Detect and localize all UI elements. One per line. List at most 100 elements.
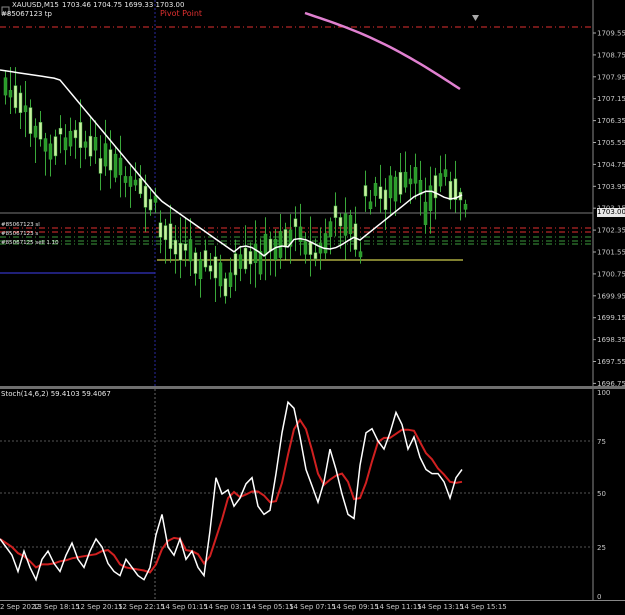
candle-body [333, 205, 338, 218]
candle-body [263, 233, 268, 256]
current-price-tag: 1703.00 [597, 208, 625, 217]
stochastic-chart[interactable]: 1007550250 [0, 389, 625, 602]
candle-body [148, 198, 153, 211]
time-label: 12 Sep 22:15 [118, 603, 165, 611]
price-tick-label: 1704.75 [597, 161, 625, 169]
candle-body [133, 179, 138, 186]
candle-body [73, 129, 78, 139]
stoch-level-label: 25 [597, 544, 606, 552]
chart-scroll-marker-icon[interactable] [471, 8, 480, 21]
candle-body [113, 153, 118, 178]
price-tick-label: 1702.35 [597, 227, 625, 235]
price-tick-label: 1699.15 [597, 314, 625, 322]
indicator-label: Stoch(14,6,2) 59.4103 59.4067 [1, 390, 111, 398]
moving-average-pink [304, 11, 461, 91]
price-tick-label: 1699.95 [597, 292, 625, 300]
time-label: 14 Sep 09:15 [332, 603, 379, 611]
price-tick-label: 1708.75 [597, 51, 625, 59]
candle-body [53, 136, 58, 157]
time-label: 14 Sep 13:15 [417, 603, 464, 611]
candle-body [13, 85, 18, 109]
candle-body [373, 183, 378, 196]
window-menu-icon[interactable] [1, 0, 10, 15]
price-tick-label: 1707.95 [597, 73, 625, 81]
candle-body [313, 252, 318, 260]
order-small-label: #85067125 sell 1.10 [1, 240, 59, 246]
price-chart[interactable]: 1709.55 1708.75 1707.95 1707.15 1706.35 1705.… [0, 0, 625, 388]
candle-body [358, 251, 363, 258]
time-label: 14 Sep 15:15 [460, 603, 507, 611]
stochastic-pane[interactable]: 100 75 50 25 0 Stoch(14,6,2) 59.4103 59.4067 [0, 389, 625, 602]
price-tick-label: 1701.55 [597, 249, 625, 257]
candle-body [343, 213, 348, 236]
time-label: 12 Sep 20:15 [76, 603, 123, 611]
candle-body [403, 171, 408, 188]
candle-body [213, 256, 218, 279]
time-label: 14 Sep 05:15 [247, 603, 294, 611]
candle-body [413, 167, 418, 184]
price-tick-label: 1698.35 [597, 336, 625, 344]
time-label: 14 Sep 01:15 [161, 603, 208, 611]
time-label: 14 Sep 11:15 [375, 603, 422, 611]
pivot-point-label: Pivot Point [160, 9, 203, 18]
candle-body [273, 238, 278, 260]
candle-body [208, 265, 213, 272]
candle-body [228, 272, 233, 287]
candle-body [308, 241, 313, 255]
candle-body [203, 250, 208, 268]
candle-body [103, 143, 108, 167]
candle-body [178, 242, 183, 261]
order-small-label: #85067123 sl [1, 222, 40, 228]
candle-body [253, 243, 258, 263]
time-label: 14 Sep 03:15 [204, 603, 251, 611]
candle-body [378, 186, 383, 199]
candle-body [293, 218, 298, 228]
candle-body [238, 254, 243, 269]
candle-body [433, 175, 438, 199]
stoch-level-label: 100 [597, 389, 610, 397]
candle-body [43, 138, 48, 152]
candle-body [383, 189, 388, 210]
candle-body [58, 127, 63, 135]
main-chart-pane[interactable]: 1709.55 1708.75 1707.95 1707.15 1706.35 1705.… [0, 0, 625, 388]
stoch-level-label: 50 [597, 490, 606, 498]
candle-body [158, 222, 163, 238]
candle-body [68, 130, 73, 147]
candle-body [163, 225, 168, 241]
candle-body [78, 122, 83, 148]
symbol-title: XAUUSD,M15 [12, 1, 59, 9]
candle-body [143, 185, 148, 208]
candle-body [93, 137, 98, 151]
candle-body [223, 278, 228, 297]
candle-body [188, 239, 193, 262]
price-tick-label: 1697.55 [597, 358, 625, 366]
candle-body [363, 185, 368, 197]
candle-body [18, 92, 23, 113]
candle-body [128, 176, 133, 187]
order-small-label: #85067123 s [1, 231, 38, 237]
candle-body [183, 243, 188, 251]
candle-body [248, 251, 253, 265]
candle-body [268, 238, 273, 252]
candle-body [138, 178, 143, 195]
candle-body [48, 143, 53, 160]
candle-body [8, 90, 13, 98]
time-label: 13 Sep 18:15 [33, 603, 80, 611]
candle-body [283, 229, 288, 248]
candle-body [303, 241, 308, 255]
price-tick-label: 1700.75 [597, 270, 625, 278]
candle-body [388, 175, 393, 199]
candle-body [218, 262, 223, 287]
candle-body [118, 157, 123, 176]
candle-body [28, 107, 33, 134]
candle-body [193, 252, 198, 274]
candle-body [98, 158, 103, 174]
order-label: #85067123 tp [1, 10, 52, 18]
candle-body [243, 247, 248, 270]
candle-body [463, 203, 468, 210]
candle-body [173, 239, 178, 255]
stoch-level-label: 75 [597, 438, 606, 446]
candle-body [448, 180, 453, 201]
candle-body [198, 259, 203, 280]
candle-body [63, 137, 68, 151]
